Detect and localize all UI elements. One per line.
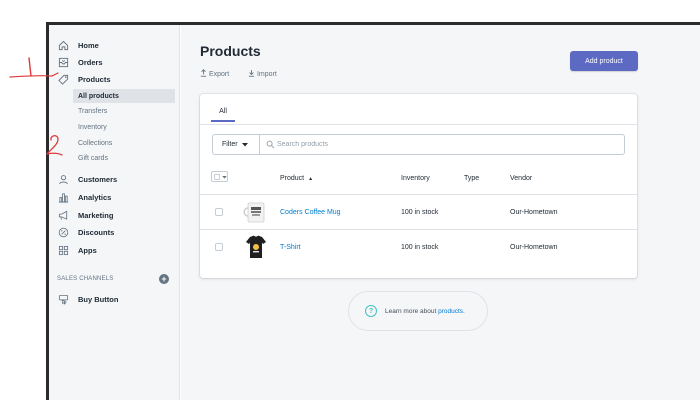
inventory-cell: 100 in stock [401, 244, 439, 251]
sidebar-item-label: Marketing [78, 210, 114, 220]
import-label: Import [256, 71, 277, 78]
add-sales-channel-button[interactable]: + [159, 274, 169, 284]
analytics-icon [57, 191, 69, 203]
tab-all[interactable]: All [211, 102, 235, 122]
discounts-icon [57, 226, 69, 238]
caret-down-icon [222, 175, 227, 179]
products-card: All Filter Product ▲ Inventory Type Vend [200, 94, 637, 278]
export-button[interactable]: Export [200, 69, 229, 78]
marketing-icon [57, 209, 69, 221]
sidebar-item-apps[interactable]: Apps [49, 242, 180, 258]
customers-icon [57, 173, 69, 185]
sidebar-item-customers[interactable]: Customers [49, 171, 180, 187]
export-icon [200, 69, 207, 77]
import-button[interactable]: Import [248, 69, 277, 78]
vendor-cell: Our-Hometown [510, 244, 558, 251]
import-icon [248, 69, 255, 77]
row-divider [200, 194, 637, 195]
row-divider [200, 229, 637, 230]
sidebar-item-marketing[interactable]: Marketing [49, 207, 180, 223]
row-checkbox[interactable] [215, 243, 223, 251]
search-input[interactable] [277, 137, 617, 152]
sidebar-item-analytics[interactable]: Analytics [49, 189, 180, 205]
filter-button[interactable]: Filter [213, 135, 260, 154]
product-name-link[interactable]: Coders Coffee Mug [280, 209, 341, 216]
add-product-button[interactable]: Add product [570, 51, 638, 71]
sidebar-item-label: Discounts [78, 227, 115, 237]
product-name-link[interactable]: T-Shirt [280, 244, 301, 251]
sidebar-item-discounts[interactable]: Discounts [49, 224, 180, 240]
select-all-checkbox[interactable] [211, 171, 228, 182]
column-header-type: Type [464, 175, 480, 182]
column-header-product[interactable]: Product ▲ [280, 175, 313, 182]
product-thumbnail-tshirt [241, 234, 271, 260]
sidebar-item-label: Buy Button [78, 294, 119, 304]
app-window: Home Orders Products All products Transf… [0, 0, 700, 400]
caret-down-icon [241, 142, 248, 146]
learn-more-link[interactable]: products. [438, 308, 465, 315]
buy-button-icon [57, 293, 69, 305]
help-icon: ? [365, 305, 377, 317]
learn-more-label: Learn more about [385, 307, 437, 315]
column-header-vendor: Vendor [510, 175, 533, 182]
sidebar-item-label: Apps [78, 245, 97, 255]
apps-icon [57, 244, 69, 256]
filter-label: Filter [222, 141, 238, 148]
column-header-inventory: Inventory [401, 175, 430, 182]
filter-bar: Filter [212, 134, 625, 155]
column-header-label: Product [280, 175, 305, 182]
page-title: Products [200, 43, 261, 59]
vendor-cell: Our-Hometown [510, 209, 558, 216]
learn-more-callout: ? Learn more about products. [348, 291, 488, 331]
export-label: Export [208, 71, 230, 78]
product-thumbnail-mug [241, 199, 271, 225]
row-checkbox[interactable] [215, 208, 223, 216]
learn-more-text: Learn more about products. [385, 308, 465, 315]
sidebar-item-buy-button[interactable]: Buy Button [49, 291, 180, 307]
sort-ascending-icon: ▲ [308, 176, 314, 182]
tab-divider [200, 124, 637, 125]
handwritten-annotations [9, 57, 63, 156]
sidebar-item-label: Analytics [78, 192, 112, 202]
search-icon [266, 140, 275, 149]
sales-channels-heading: SALES CHANNELS [57, 276, 114, 282]
sidebar-item-label: Customers [78, 174, 118, 184]
main-content: Products Export Import Add product All F… [181, 25, 700, 400]
inventory-cell: 100 in stock [401, 209, 439, 216]
